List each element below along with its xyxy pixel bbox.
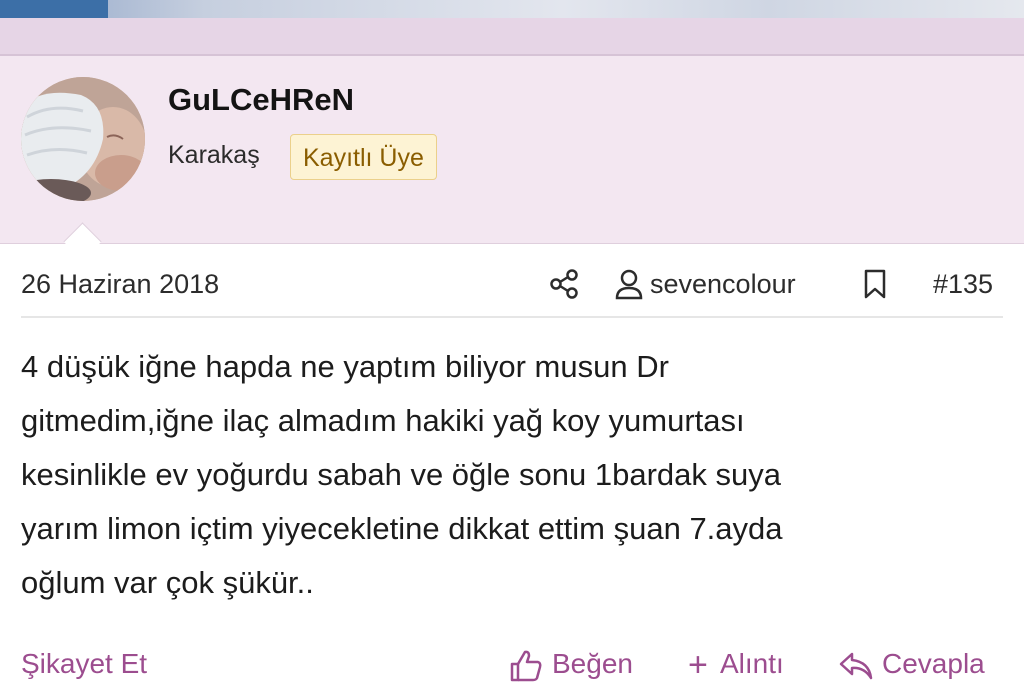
post-date[interactable]: 26 Haziran 2018 — [21, 269, 219, 300]
user-icon — [615, 269, 643, 300]
top-banner-accent — [0, 0, 108, 18]
avatar[interactable] — [21, 77, 145, 201]
post-actions-bar: Şikayet Et Beğen + Alıntı Cevapla — [0, 640, 1024, 692]
plus-icon: + — [688, 646, 708, 684]
thumbs-up-icon — [510, 650, 542, 682]
avatar-image — [21, 77, 145, 201]
post-body-line: yarım limon içtim yiyecekletine dikkat e… — [21, 511, 783, 546]
report-button[interactable]: Şikayet Et — [21, 648, 147, 680]
reply-label: Cevapla — [882, 648, 985, 679]
header-band — [0, 18, 1024, 54]
quote-label: Alıntı — [720, 648, 784, 679]
user-role-badge: Kayıtlı Üye — [290, 134, 437, 180]
reply-icon — [839, 652, 873, 680]
post-author-link[interactable]: sevencolour — [650, 269, 796, 300]
post-body-line: oğlum var çok şükür.. — [21, 565, 314, 600]
username[interactable]: GuLCeHReN — [168, 82, 354, 118]
bookmark-icon[interactable] — [862, 268, 888, 300]
top-banner-strip — [0, 0, 1024, 18]
meta-divider — [21, 316, 1003, 318]
post-body-line: 4 düşük iğne hapda ne yaptım biliyor mus… — [21, 349, 669, 384]
like-label: Beğen — [552, 648, 633, 679]
post-meta-bar: 26 Haziran 2018 sevencolour #135 — [0, 256, 1024, 316]
user-location: Karakaş — [168, 141, 260, 169]
post-user-panel — [0, 56, 1024, 244]
post-body-line: kesinlikle ev yoğurdu sabah ve öğle sonu… — [21, 457, 781, 492]
post-number-link[interactable]: #135 — [933, 269, 993, 300]
post-body: 4 düşük iğne hapda ne yaptım biliyor mus… — [21, 340, 1011, 610]
share-icon[interactable] — [548, 268, 580, 300]
post-body-line: gitmedim,iğne ilaç almadım hakiki yağ ko… — [21, 403, 745, 438]
